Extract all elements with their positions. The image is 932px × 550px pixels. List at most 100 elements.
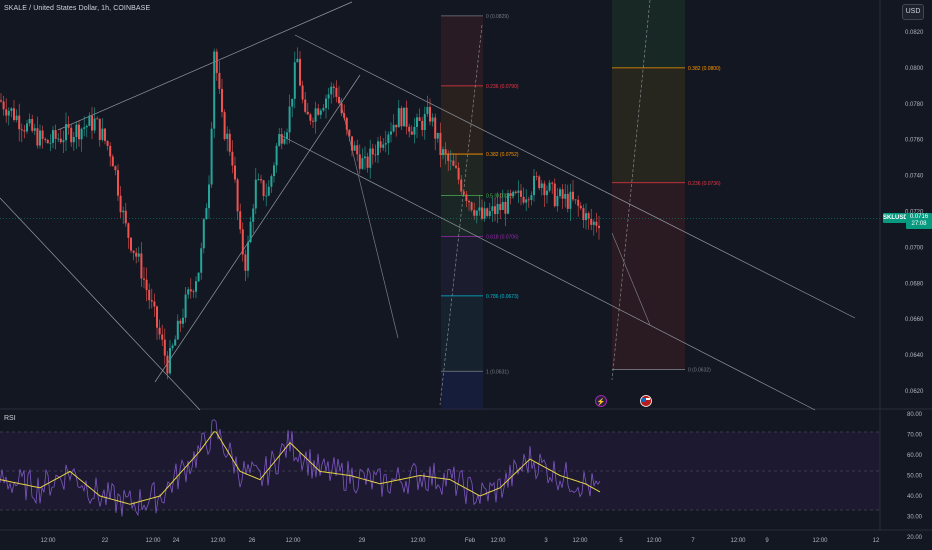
candle-body[interactable]: [163, 339, 166, 356]
candle-body[interactable]: [585, 213, 587, 221]
candle-body[interactable]: [65, 124, 67, 141]
candle-body[interactable]: [332, 86, 335, 89]
candle-body[interactable]: [93, 118, 96, 131]
candle-body[interactable]: [483, 208, 486, 219]
candle-body[interactable]: [434, 117, 437, 139]
rsi-indicator-label[interactable]: RSI: [4, 415, 16, 422]
candle-body[interactable]: [18, 115, 21, 130]
candle-body[interactable]: [244, 254, 247, 271]
candle-body[interactable]: [512, 191, 515, 197]
candle-body[interactable]: [395, 124, 398, 128]
candle-body[interactable]: [234, 165, 236, 180]
candle-body[interactable]: [57, 138, 60, 140]
candle-body[interactable]: [301, 85, 304, 100]
candle-body[interactable]: [366, 156, 369, 168]
candle-body[interactable]: [403, 107, 405, 127]
candle-body[interactable]: [309, 114, 312, 121]
candle-body[interactable]: [156, 306, 158, 328]
chart-area[interactable]: 0 (0.0829) 0.236 (0.0790) 0.382 (0.0752) 0.…: [0, 0, 932, 550]
candle-body[interactable]: [566, 193, 569, 209]
candle-body[interactable]: [358, 154, 361, 169]
candle-body[interactable]: [257, 179, 260, 180]
candle-body[interactable]: [507, 193, 509, 214]
candle-body[interactable]: [364, 156, 366, 159]
candle-body[interactable]: [117, 170, 119, 196]
candle-body[interactable]: [2, 101, 5, 110]
candle-body[interactable]: [78, 124, 80, 140]
candle-body[interactable]: [553, 183, 556, 207]
candle-body[interactable]: [187, 289, 190, 295]
candle-body[interactable]: [535, 175, 538, 177]
candle-body[interactable]: [392, 124, 395, 132]
candle-body[interactable]: [488, 211, 491, 216]
candle-body[interactable]: [374, 154, 377, 156]
candle-body[interactable]: [182, 317, 184, 324]
candle-body[interactable]: [569, 191, 572, 209]
candle-body[interactable]: [548, 182, 551, 191]
candle-body[interactable]: [304, 99, 307, 112]
candle-body[interactable]: [369, 148, 372, 168]
candle-body[interactable]: [98, 118, 101, 140]
candle-body[interactable]: [343, 113, 346, 118]
candle-body[interactable]: [299, 58, 301, 86]
candle-body[interactable]: [140, 253, 143, 279]
candle-body[interactable]: [447, 154, 450, 161]
candle-body[interactable]: [26, 123, 28, 132]
trend-line[interactable]: [294, 34, 856, 319]
price-chart-svg[interactable]: 0 (0.0829) 0.236 (0.0790) 0.382 (0.0752) 0.…: [0, 0, 932, 550]
candle-body[interactable]: [41, 130, 44, 139]
candle-body[interactable]: [44, 138, 47, 140]
candle-body[interactable]: [210, 128, 213, 185]
candle-body[interactable]: [91, 115, 93, 131]
candle-body[interactable]: [104, 128, 106, 141]
candle-body[interactable]: [455, 165, 457, 168]
candle-body[interactable]: [335, 88, 338, 97]
candle-body[interactable]: [273, 165, 275, 177]
candle-body[interactable]: [379, 141, 382, 148]
candle-body[interactable]: [148, 289, 151, 301]
candle-body[interactable]: [270, 176, 273, 187]
candle-body[interactable]: [408, 126, 411, 132]
candle-body[interactable]: [468, 201, 470, 203]
candle-body[interactable]: [530, 195, 533, 200]
candle-body[interactable]: [145, 279, 148, 290]
candle-body[interactable]: [546, 190, 548, 196]
candle-body[interactable]: [171, 345, 174, 349]
candle-body[interactable]: [67, 124, 70, 128]
candle-body[interactable]: [283, 138, 286, 144]
candle-body[interactable]: [137, 253, 140, 257]
candle-body[interactable]: [88, 115, 91, 126]
candle-body[interactable]: [486, 208, 489, 216]
time-axis[interactable]: 12:00 22 12:00 24 12:00 26 12:00 29 12:00 Feb 12:0…: [40, 538, 880, 544]
candle-body[interactable]: [564, 193, 567, 199]
candle-body[interactable]: [330, 86, 333, 95]
candle-body[interactable]: [314, 108, 317, 122]
candle-body[interactable]: [491, 206, 494, 212]
candle-body[interactable]: [101, 128, 104, 140]
candle-body[interactable]: [239, 211, 242, 230]
candle-body[interactable]: [127, 223, 130, 238]
candle-body[interactable]: [236, 179, 239, 212]
candle-body[interactable]: [122, 210, 125, 213]
candle-body[interactable]: [538, 176, 541, 189]
candle-body[interactable]: [189, 289, 192, 292]
candle-body[interactable]: [192, 291, 195, 293]
candle-body[interactable]: [143, 278, 145, 280]
candle-body[interactable]: [525, 199, 528, 203]
candle-body[interactable]: [452, 160, 455, 166]
candle-body[interactable]: [577, 199, 580, 206]
candle-body[interactable]: [166, 355, 169, 374]
symbol-title[interactable]: SKALE / United States Dollar, 1h, COINBA…: [4, 5, 150, 12]
candle-body[interactable]: [426, 106, 429, 114]
candle-body[interactable]: [559, 189, 561, 197]
candle-body[interactable]: [20, 129, 23, 131]
candle-body[interactable]: [83, 127, 86, 129]
candle-body[interactable]: [457, 167, 460, 180]
candle-body[interactable]: [579, 205, 582, 209]
candle-body[interactable]: [249, 221, 252, 243]
candle-body[interactable]: [449, 160, 452, 162]
candle-body[interactable]: [470, 202, 473, 211]
candle-body[interactable]: [442, 149, 444, 156]
candle-body[interactable]: [135, 252, 138, 257]
candle-body[interactable]: [413, 126, 416, 135]
